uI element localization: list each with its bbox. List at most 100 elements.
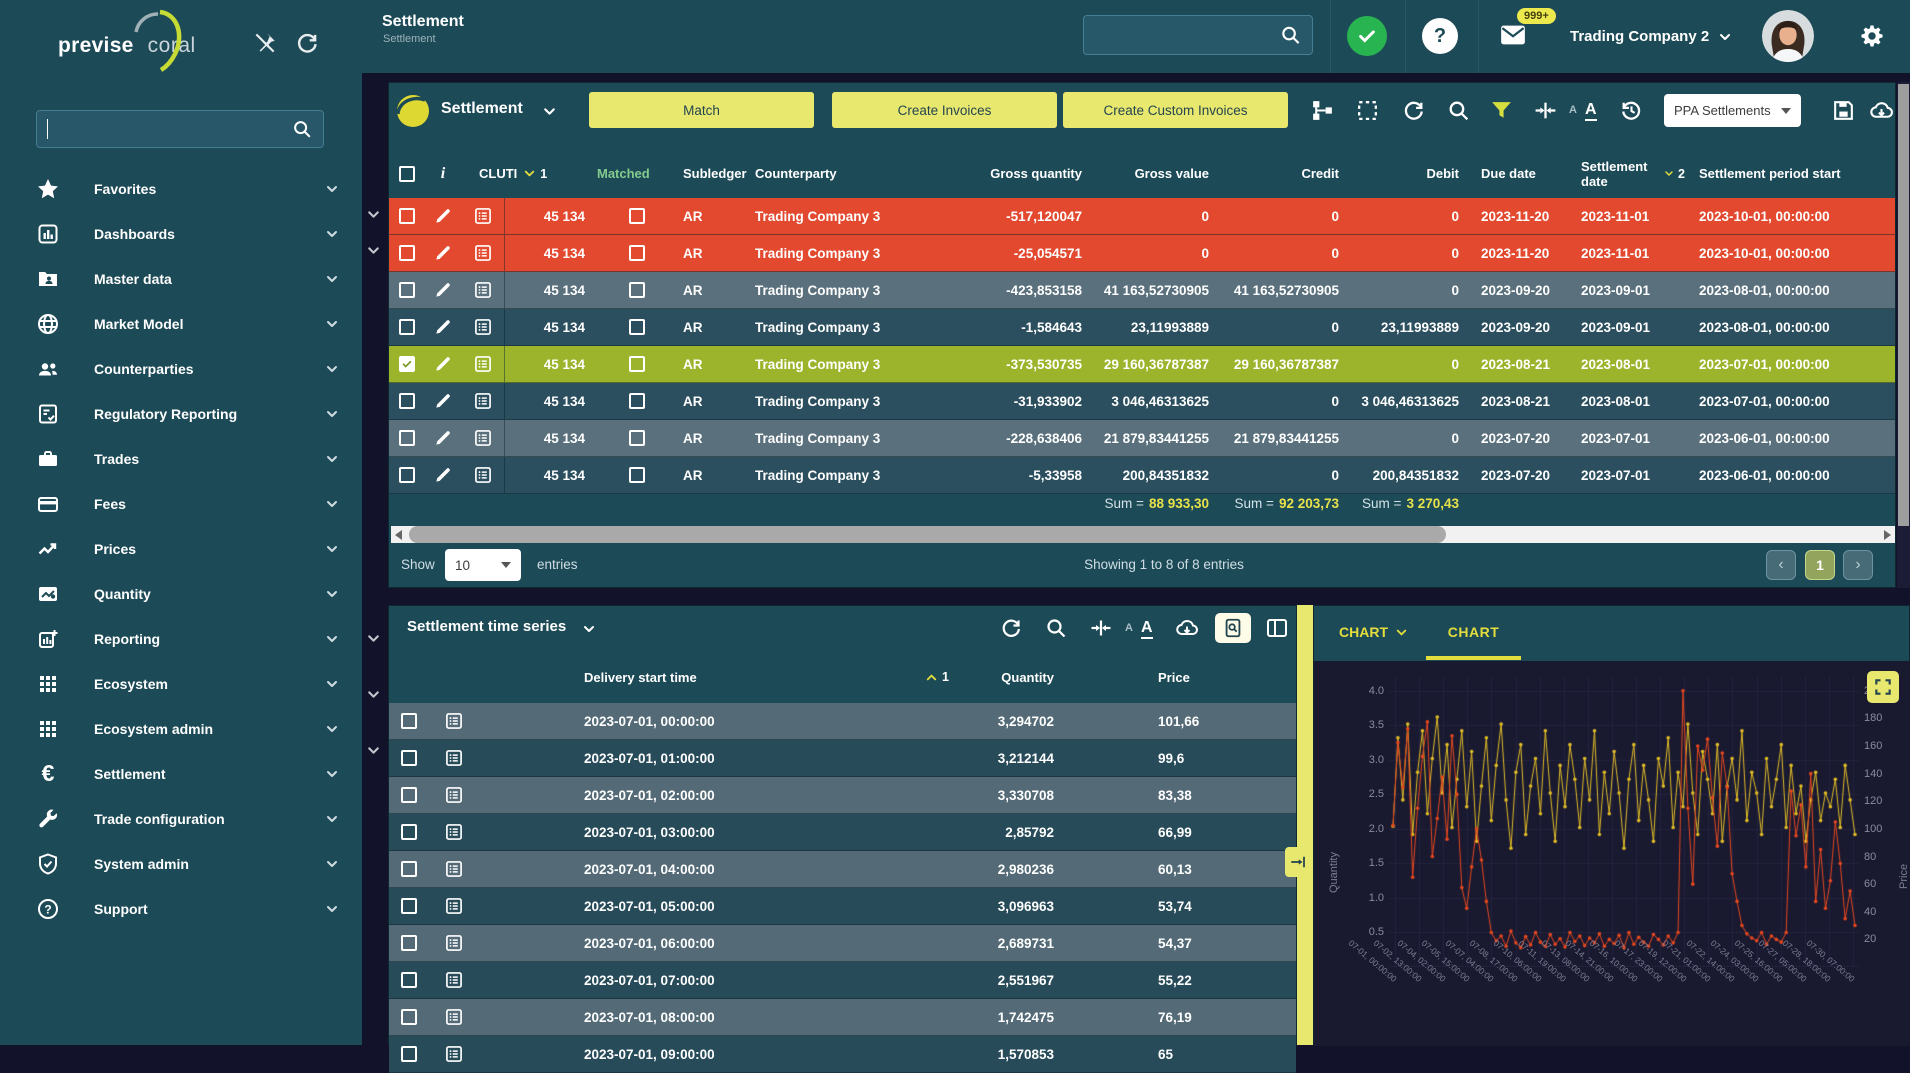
list-item[interactable]: 2023-07-01, 01:00:003,21214499,6 — [389, 740, 1296, 777]
prev-page-button[interactable]: ‹ — [1766, 550, 1796, 580]
row-checkbox[interactable] — [401, 1046, 417, 1062]
column-due-date[interactable]: Due date — [1467, 166, 1567, 181]
table-row[interactable]: 45 134ARTrading Company 3-423,85315841 1… — [389, 272, 1895, 309]
details-icon[interactable] — [444, 785, 464, 805]
sidebar-item-master-data[interactable]: Master data — [0, 256, 362, 301]
edit-icon[interactable] — [433, 354, 453, 374]
hierarchy-icon[interactable] — [1310, 98, 1335, 123]
expand-row-chevron-icon[interactable] — [365, 206, 382, 223]
font-large-button[interactable]: A — [1585, 101, 1597, 121]
matched-checkbox[interactable] — [629, 356, 645, 372]
avatar[interactable] — [1762, 10, 1814, 62]
column-gross-quantity[interactable]: Gross quantity — [955, 166, 1090, 181]
row-checkbox[interactable] — [399, 467, 415, 483]
row-checkbox[interactable] — [399, 282, 415, 298]
status-ok-button[interactable] — [1347, 16, 1387, 56]
scrollbar-thumb[interactable] — [409, 526, 1446, 543]
table-row[interactable]: 45 134ARTrading Company 3-1,58464323,119… — [389, 309, 1895, 346]
sidebar-item-trades[interactable]: Trades — [0, 436, 362, 481]
matched-checkbox[interactable] — [629, 393, 645, 409]
download-cloud-icon[interactable] — [1175, 616, 1199, 640]
collapse-columns-icon[interactable] — [1089, 616, 1113, 640]
table-row[interactable]: 45 134ARTrading Company 3-25,05457100020… — [389, 235, 1895, 272]
edit-icon[interactable] — [433, 465, 453, 485]
column-info[interactable]: i — [425, 165, 461, 183]
vertical-scrollbar[interactable] — [1897, 82, 1910, 588]
column-cluti[interactable]: CLUTI 1 — [479, 166, 597, 181]
refresh-icon[interactable] — [1401, 98, 1426, 123]
expand-row-chevron-icon[interactable] — [365, 686, 382, 703]
history-icon[interactable] — [1619, 98, 1644, 123]
row-checkbox[interactable] — [399, 245, 415, 261]
matched-checkbox[interactable] — [629, 245, 645, 261]
sidebar-item-settlement[interactable]: €Settlement — [0, 751, 362, 796]
save-icon[interactable] — [1831, 98, 1856, 123]
matched-checkbox[interactable] — [629, 208, 645, 224]
matched-checkbox[interactable] — [629, 430, 645, 446]
sidebar-search[interactable] — [36, 110, 324, 148]
list-item[interactable]: 2023-07-01, 04:00:002,98023660,13 — [389, 851, 1296, 888]
chart-type-select[interactable]: CHART — [1339, 624, 1409, 640]
row-checkbox[interactable] — [399, 208, 415, 224]
details-icon[interactable] — [444, 1044, 464, 1064]
inspect-data-button[interactable] — [1215, 613, 1251, 643]
edit-icon[interactable] — [433, 428, 453, 448]
column-debit[interactable]: Debit — [1347, 166, 1467, 181]
details-icon[interactable] — [473, 243, 493, 263]
table-row[interactable]: 45 134ARTrading Company 3-228,63840621 8… — [389, 420, 1895, 457]
row-checkbox[interactable] — [399, 319, 415, 335]
row-checkbox[interactable] — [399, 393, 415, 409]
column-price[interactable]: Price — [1054, 670, 1296, 685]
matched-checkbox[interactable] — [629, 282, 645, 298]
sidebar-item-system-admin[interactable]: System admin — [0, 841, 362, 886]
edit-icon[interactable] — [433, 391, 453, 411]
chart-plot[interactable] — [1389, 677, 1859, 967]
list-item[interactable]: 2023-07-01, 09:00:001,57085365 — [389, 1036, 1296, 1073]
column-subledger[interactable]: Subledger — [677, 166, 755, 181]
row-checkbox[interactable] — [401, 861, 417, 877]
row-checkbox[interactable] — [401, 750, 417, 766]
column-credit[interactable]: Credit — [1217, 166, 1347, 181]
table-row[interactable]: 45 134ARTrading Company 3-373,53073529 1… — [389, 346, 1895, 383]
sidebar-refresh-icon[interactable] — [294, 30, 320, 56]
global-search-input[interactable] — [1094, 26, 1279, 44]
pin-off-icon[interactable] — [252, 30, 278, 56]
details-icon[interactable] — [444, 933, 464, 953]
details-icon[interactable] — [473, 465, 493, 485]
details-icon[interactable] — [444, 970, 464, 990]
sidebar-item-trade-configuration[interactable]: Trade configuration — [0, 796, 362, 841]
matched-checkbox[interactable] — [629, 319, 645, 335]
details-icon[interactable] — [473, 206, 493, 226]
details-icon[interactable] — [473, 354, 493, 374]
column-period-start[interactable]: Settlement period start — [1685, 166, 1895, 181]
row-checkbox[interactable] — [401, 935, 417, 951]
sidebar-item-counterparties[interactable]: Counterparties — [0, 346, 362, 391]
global-search[interactable] — [1083, 15, 1313, 55]
list-item[interactable]: 2023-07-01, 08:00:001,74247576,19 — [389, 999, 1296, 1036]
sidebar-item-support[interactable]: Support — [0, 886, 362, 931]
row-checkbox[interactable] — [401, 787, 417, 803]
edit-icon[interactable] — [433, 206, 453, 226]
fullscreen-button[interactable] — [1867, 671, 1899, 703]
select-all-checkbox[interactable] — [399, 166, 415, 182]
sidebar-search-input[interactable] — [47, 119, 291, 139]
row-checkbox[interactable] — [401, 1009, 417, 1025]
match-button[interactable]: Match — [589, 92, 814, 128]
horizontal-scrollbar[interactable] — [391, 526, 1895, 543]
filter-funnel-icon[interactable] — [1489, 98, 1514, 123]
row-checkbox[interactable] — [401, 972, 417, 988]
row-checkbox[interactable] — [399, 430, 415, 446]
sidebar-item-ecosystem-admin[interactable]: Ecosystem admin — [0, 706, 362, 751]
details-icon[interactable] — [444, 1007, 464, 1027]
details-icon[interactable] — [473, 428, 493, 448]
table-row[interactable]: 45 134ARTrading Company 3-31,9339023 046… — [389, 383, 1895, 420]
edit-icon[interactable] — [433, 243, 453, 263]
details-icon[interactable] — [473, 317, 493, 337]
create-custom-invoices-button[interactable]: Create Custom Invoices — [1063, 92, 1288, 128]
column-counterparty[interactable]: Counterparty — [755, 166, 955, 181]
chevron-down-icon[interactable] — [541, 103, 558, 120]
sidebar-item-market-model[interactable]: Market Model — [0, 301, 362, 346]
collapse-columns-icon[interactable] — [1533, 98, 1558, 123]
search-icon[interactable] — [1044, 616, 1068, 640]
scroll-right-arrow-icon[interactable] — [1884, 530, 1891, 540]
